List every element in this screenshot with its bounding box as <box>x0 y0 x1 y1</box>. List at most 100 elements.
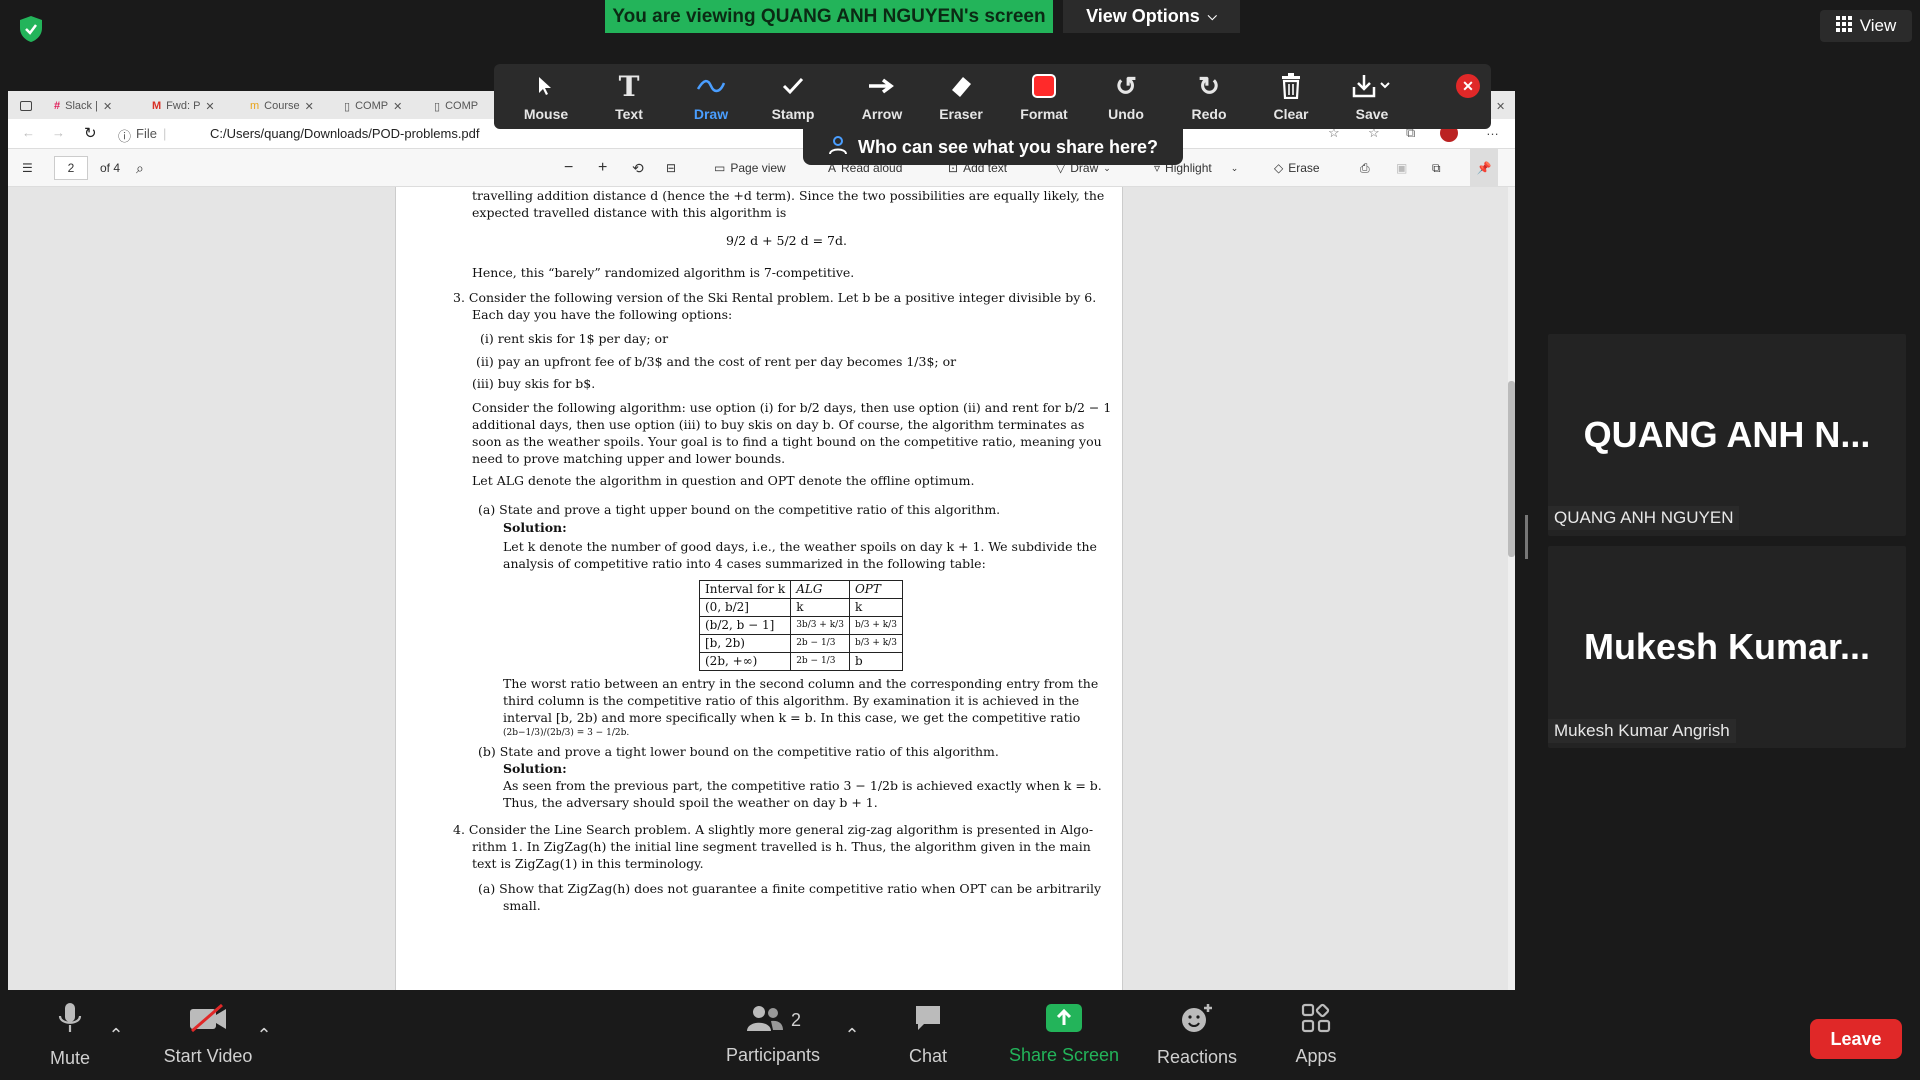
page-number-input[interactable]: 2 <box>54 156 88 180</box>
document-icon: ▯ <box>344 100 351 113</box>
tab-label: COMP <box>355 100 389 112</box>
url-field[interactable]: C:/Users/quang/Downloads/POD-problems.pd… <box>210 126 480 141</box>
tab-gmail[interactable]: M Fwd: P ✕ <box>146 95 221 117</box>
apps-button[interactable]: Apps <box>1286 990 1346 1080</box>
undo-tool[interactable]: ↺ Undo <box>1086 64 1166 129</box>
close-icon[interactable]: ✕ <box>393 100 402 113</box>
back-icon[interactable]: ← <box>22 125 35 140</box>
reload-icon[interactable]: ↻ <box>84 124 97 142</box>
save-icon[interactable]: ▣ <box>1396 149 1407 187</box>
mouse-tool[interactable]: Mouse <box>506 64 586 129</box>
save-as-icon[interactable]: ⧉ <box>1432 149 1441 187</box>
tool-label: Save <box>1355 106 1389 122</box>
stamp-tool[interactable]: Stamp <box>753 64 833 129</box>
contents-icon[interactable]: ☰ <box>22 149 33 187</box>
zoom-in-icon[interactable]: + <box>598 149 607 187</box>
share-screen-button[interactable]: Share Screen <box>1004 990 1124 1080</box>
tool-label: Eraser <box>939 106 983 122</box>
erase-button[interactable]: ◇ Erase <box>1274 149 1320 187</box>
video-tile-mukesh[interactable]: Mukesh Kumar... Mukesh Kumar Angrish <box>1548 546 1906 748</box>
tool-label: Format <box>1020 106 1068 122</box>
video-tile-quang[interactable]: QUANG ANH N... QUANG ANH NGUYEN <box>1548 334 1906 536</box>
security-shield-icon[interactable] <box>16 14 46 44</box>
close-icon[interactable]: ✕ <box>205 100 214 113</box>
eraser-icon: ◇ <box>1274 161 1284 175</box>
view-layout-button[interactable]: View <box>1820 10 1912 42</box>
tool-label: Arrow <box>861 106 903 122</box>
eraser-tool[interactable]: Eraser <box>921 64 1001 129</box>
question-b: (b) State and prove a tight lower bound … <box>478 744 999 759</box>
panel-resize-handle[interactable] <box>1522 515 1530 559</box>
tool-label: Clear <box>1273 106 1309 122</box>
tab-label: Slack | <box>65 100 98 112</box>
close-icon[interactable]: ✕ <box>103 100 112 113</box>
view-label: View <box>1859 16 1897 35</box>
tab-comp-1[interactable]: ▯ COMP ✕ <box>338 95 408 117</box>
window-close-icon[interactable]: ✕ <box>1490 95 1511 117</box>
cursor-icon <box>536 72 556 100</box>
leave-button[interactable]: Leave <box>1810 1019 1902 1059</box>
tab-course[interactable]: m Course ✕ <box>244 95 320 117</box>
scrollbar[interactable] <box>1508 187 1515 990</box>
text-tool[interactable]: T Text <box>589 64 669 129</box>
start-video-button[interactable]: Start Video <box>158 990 258 1080</box>
table-cell: (b/2, b − 1] <box>698 616 792 635</box>
reactions-label: Reactions <box>1156 1047 1238 1067</box>
participants-chevron-icon[interactable]: ⌃ <box>842 990 862 1080</box>
tool-label: Undo <box>1108 106 1144 122</box>
doc-line: expected travelled distance with this al… <box>472 205 787 220</box>
slack-icon: # <box>54 100 61 112</box>
doc-line: (2b−1/3)/(2b/3) = 3 − 1/2b. <box>503 728 630 738</box>
doc-line: additional days, then use option (iii) t… <box>472 417 1085 432</box>
fit-page-icon[interactable]: ⊟ <box>666 149 676 187</box>
cases-table: Interval for k ALG OPT (0, b/2] k k (b/2, … <box>698 580 903 671</box>
reactions-button[interactable]: Reactions <box>1152 990 1242 1080</box>
search-icon[interactable]: ⌕ <box>136 149 144 187</box>
table-cell: k <box>790 598 850 617</box>
video-options-chevron-icon[interactable]: ⌃ <box>254 990 274 1080</box>
chat-button[interactable]: Chat <box>898 990 958 1080</box>
doc-line: Each day you have the following options: <box>472 307 733 322</box>
table-cell: 2b − 1/3 <box>790 652 850 671</box>
tab-comp-2[interactable]: ▯ COMP <box>428 95 484 117</box>
clear-tool[interactable]: Clear <box>1251 64 1331 129</box>
eraser-icon <box>948 72 974 100</box>
page-view-button[interactable]: ▭ Page view <box>714 149 786 187</box>
arrow-right-icon <box>867 72 897 100</box>
tab-actions-icon[interactable] <box>14 95 38 117</box>
page-view-label: Page view <box>730 161 786 175</box>
tool-label: Stamp <box>771 106 815 122</box>
who-can-see-button[interactable]: Who can see what you share here? <box>803 129 1183 165</box>
apps-label: Apps <box>1295 1046 1337 1066</box>
view-options-button[interactable]: View Options ⌵ <box>1063 0 1240 33</box>
page-view-icon: ▭ <box>714 161 726 175</box>
scrollbar-thumb[interactable] <box>1508 381 1515 557</box>
participants-icon-group: 2 <box>745 1004 801 1037</box>
arrow-tool[interactable]: Arrow <box>842 64 922 129</box>
divider: | <box>163 126 167 141</box>
doc-line: Thus, the adversary should spoil the wea… <box>503 795 878 810</box>
tab-label: COMP <box>445 100 479 112</box>
print-icon[interactable]: ⎙ <box>1360 149 1370 187</box>
save-tool[interactable]: Save <box>1332 64 1412 129</box>
zoom-out-icon[interactable]: − <box>564 149 573 187</box>
close-annotation-icon[interactable]: ✕ <box>1456 74 1480 98</box>
audio-options-chevron-icon[interactable]: ⌃ <box>106 990 126 1080</box>
forward-icon[interactable]: → <box>52 125 65 140</box>
chat-icon <box>912 1003 944 1038</box>
close-icon[interactable]: ✕ <box>305 100 314 113</box>
redo-tool[interactable]: ↻ Redo <box>1169 64 1249 129</box>
participants-button[interactable]: 2 Participants <box>718 990 828 1080</box>
doc-line: need to prove matching upper and lower b… <box>472 451 786 466</box>
person-icon <box>828 135 848 160</box>
doc-line: As seen from the previous part, the comp… <box>503 778 1102 793</box>
rotate-icon[interactable]: ⟲ <box>632 149 644 187</box>
shared-screen: # Slack | ✕ M Fwd: P ✕ m Course ✕ ▯ COMP ✕ ▯ COMP… <box>8 91 1515 990</box>
tab-slack[interactable]: # Slack | ✕ <box>48 95 118 117</box>
mute-button[interactable]: Mute <box>40 990 100 1080</box>
pdf-page: travelling addition distance d (hence th… <box>395 187 1123 990</box>
checkmark-icon <box>782 72 804 100</box>
pin-icon[interactable]: 📌 <box>1470 149 1498 187</box>
draw-tool[interactable]: Draw <box>671 64 751 129</box>
format-tool[interactable]: Format <box>1004 64 1084 129</box>
